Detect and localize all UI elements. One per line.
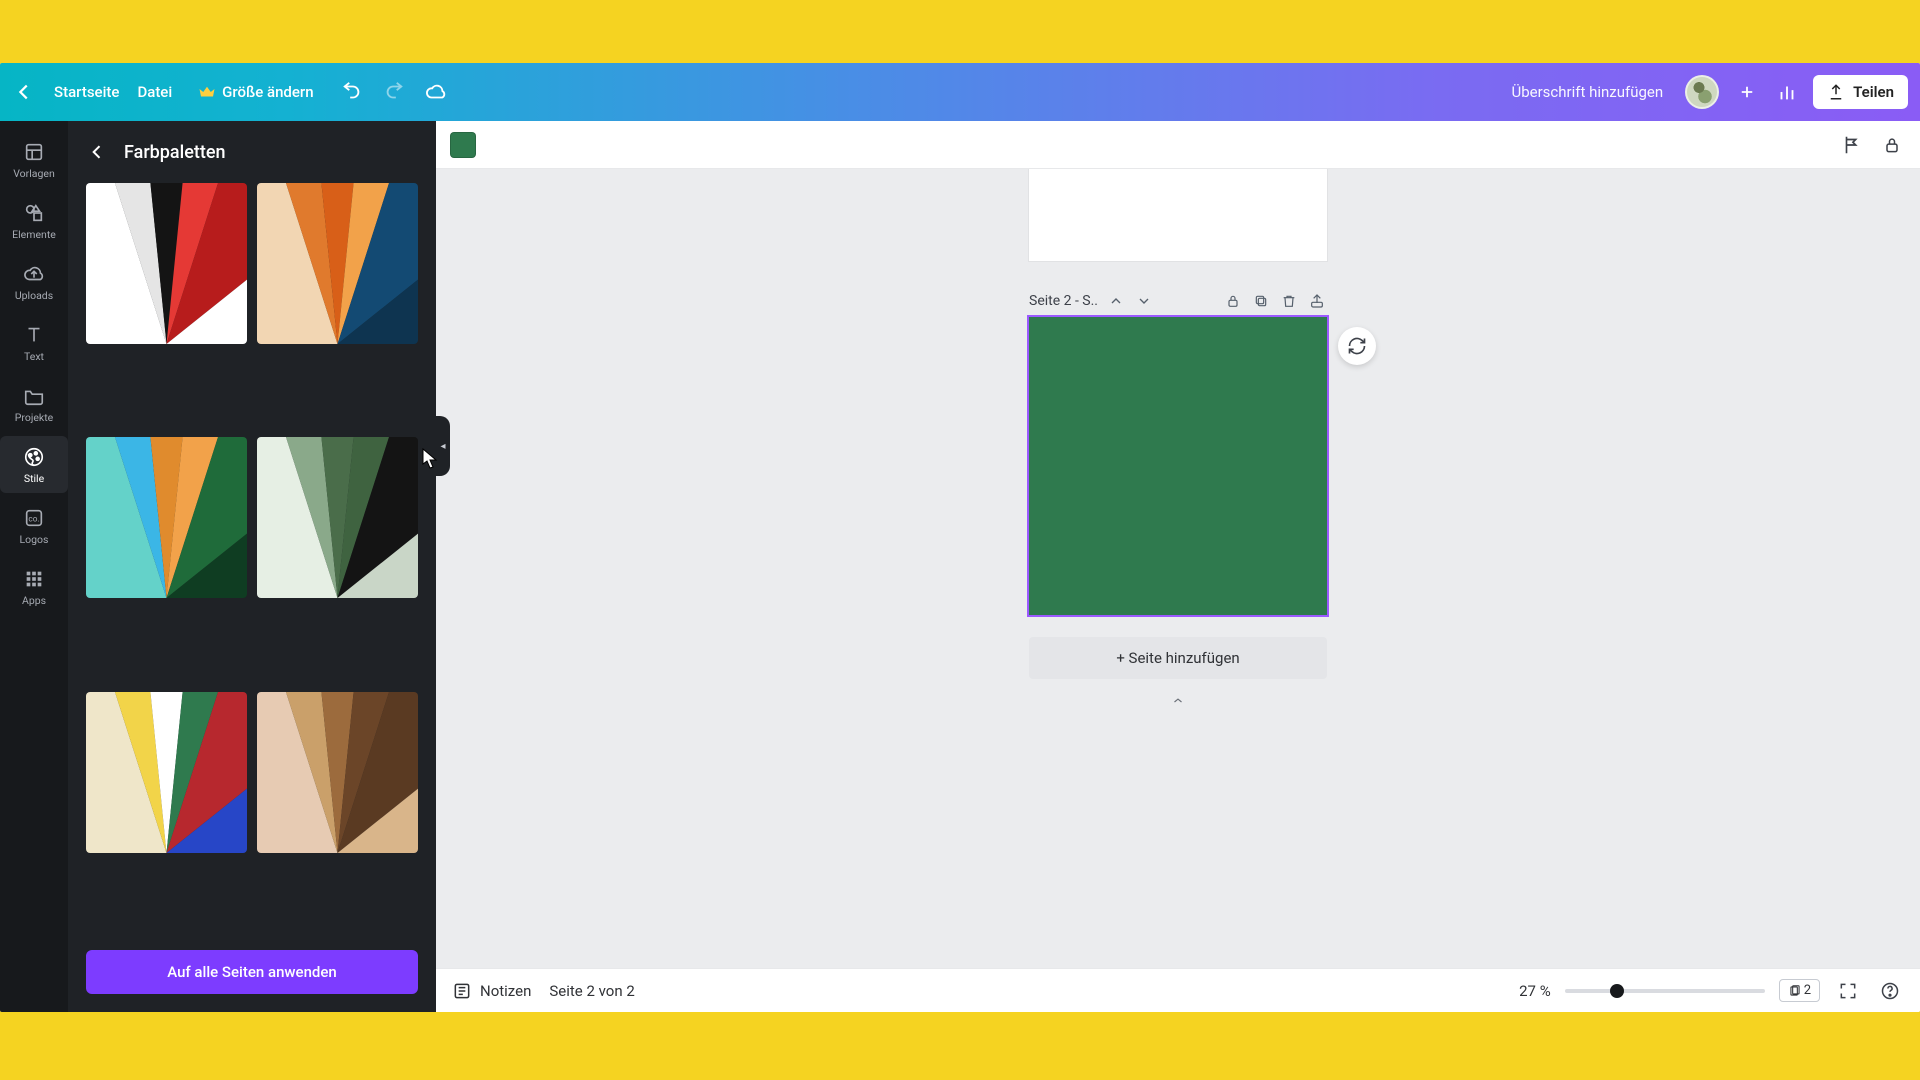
page-indicator: Seite 2 von 2 [549,982,634,1000]
palette-green-black[interactable] [257,437,418,598]
palette-primary-mix[interactable] [86,692,247,853]
notes-button[interactable]: Notizen [452,981,531,1001]
page-delete-icon[interactable] [1279,291,1299,311]
rail-uploads-label: Uploads [15,289,53,302]
cloud-sync-icon[interactable] [424,80,448,104]
rail-text-label: Text [24,350,44,363]
canvas-area: Seite 2 - S.. + Seite hinzufügen [436,121,1920,1012]
notes-label: Notizen [480,982,531,1000]
rail-text[interactable]: Text [0,314,68,371]
rail-templates[interactable]: Vorlagen [0,131,68,188]
side-rail: Vorlagen Elemente Uploads Text Projekte … [0,121,68,1012]
bottom-bar: Notizen Seite 2 von 2 27 % 2 [436,968,1920,1012]
svg-text:co.: co. [28,515,39,525]
analytics-icon[interactable] [1775,80,1799,104]
page-duplicate-icon[interactable] [1251,291,1271,311]
home-link[interactable]: Startseite [54,83,119,101]
rail-apps-label: Apps [22,594,46,607]
rail-projects[interactable]: Projekte [0,375,68,432]
page-lock-icon[interactable] [1223,291,1243,311]
fullscreen-icon[interactable] [1834,977,1862,1005]
regenerate-icon[interactable] [1338,327,1376,365]
help-icon[interactable] [1876,977,1904,1005]
animate-icon[interactable] [1838,131,1866,159]
styles-panel: Farbpaletten [68,121,436,1012]
panel-back-icon[interactable] [84,139,110,165]
page-label[interactable]: Seite 2 - S.. [1029,293,1098,309]
expand-pages-icon[interactable] [1169,695,1187,709]
share-label: Teilen [1853,83,1894,101]
undo-icon[interactable] [340,80,364,104]
rail-templates-label: Vorlagen [13,167,55,180]
rail-styles-label: Stile [24,472,44,485]
crown-icon [198,83,216,101]
page-down-icon[interactable] [1134,291,1154,311]
rail-projects-label: Projekte [15,411,53,424]
rail-styles[interactable]: Stile [0,436,68,493]
palette-browns[interactable] [257,692,418,853]
page-share-icon[interactable] [1307,291,1327,311]
page-2-canvas[interactable] [1029,317,1327,615]
share-button[interactable]: Teilen [1813,75,1908,109]
document-title[interactable]: Überschrift hinzufügen [1503,77,1671,107]
zoom-value[interactable]: 27 % [1519,982,1551,1000]
top-bar: Startseite Datei Größe ändern Überschrif… [0,63,1920,121]
add-page-button[interactable]: + Seite hinzufügen [1029,637,1327,679]
page-count-badge[interactable]: 2 [1779,979,1820,1002]
resize-label: Größe ändern [222,83,313,101]
page-up-icon[interactable] [1106,291,1126,311]
background-color-swatch[interactable] [450,132,476,158]
panel-title: Farbpaletten [124,142,226,163]
rail-uploads[interactable]: Uploads [0,253,68,310]
zoom-slider[interactable] [1565,989,1765,993]
page-badge-value: 2 [1804,983,1811,998]
rail-apps[interactable]: Apps [0,558,68,615]
palette-red-black[interactable] [86,183,247,344]
page-1-preview[interactable] [1029,169,1327,261]
zoom-slider-handle[interactable] [1610,984,1624,998]
resize-button[interactable]: Größe ändern [190,77,321,107]
rail-logos-label: Logos [20,533,49,546]
context-toolbar [436,121,1920,169]
rail-logos[interactable]: co. Logos [0,497,68,554]
back-icon[interactable] [12,80,36,104]
file-menu[interactable]: Datei [137,83,172,101]
rail-elements[interactable]: Elemente [0,192,68,249]
palette-teal-orange[interactable] [86,437,247,598]
apply-all-button[interactable]: Auf alle Seiten anwenden [86,950,418,994]
redo-icon[interactable] [382,80,406,104]
user-avatar[interactable] [1685,75,1719,109]
palette-orange-navy[interactable] [257,183,418,344]
page-2-header: Seite 2 - S.. [1029,291,1327,311]
collapse-panel-icon[interactable]: ◂ [436,416,450,476]
add-collaborator-icon[interactable] [1733,78,1761,106]
lock-icon[interactable] [1878,131,1906,159]
rail-elements-label: Elemente [12,228,56,241]
upload-icon [1827,83,1845,101]
